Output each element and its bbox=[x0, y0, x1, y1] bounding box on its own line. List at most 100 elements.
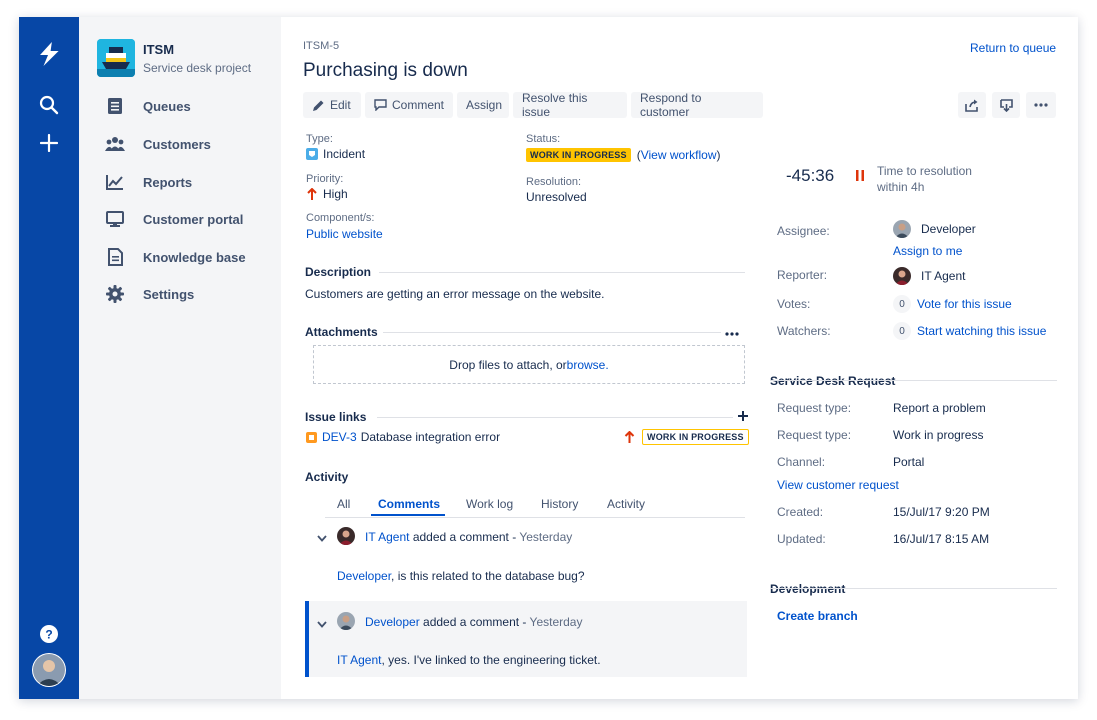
create-plus-icon[interactable] bbox=[19, 131, 79, 155]
comment-action: added a comment - bbox=[419, 615, 530, 629]
section-divider bbox=[770, 588, 1057, 589]
assign-to-me-link[interactable]: Assign to me bbox=[893, 244, 962, 258]
sla-label: Time to resolution bbox=[877, 164, 972, 178]
attachments-more-button[interactable] bbox=[725, 325, 739, 339]
tab-all[interactable]: All bbox=[337, 497, 350, 511]
export-button[interactable] bbox=[992, 92, 1020, 118]
assign-button[interactable]: Assign bbox=[457, 92, 509, 118]
linked-issue-summary: Database integration error bbox=[360, 430, 501, 444]
comment-header: Developer added a comment - Yesterday bbox=[365, 615, 582, 629]
project-logo[interactable] bbox=[97, 39, 135, 77]
sidebar-item-label: Customer portal bbox=[143, 211, 244, 227]
browse-link[interactable]: browse. bbox=[567, 358, 609, 372]
return-to-queue-link[interactable]: Return to queue bbox=[970, 41, 1056, 55]
assignee-value[interactable]: Developer bbox=[893, 220, 976, 238]
queues-icon bbox=[105, 96, 125, 116]
comment-label: Comment bbox=[391, 98, 444, 112]
request-type-label-2: Request type: bbox=[777, 428, 852, 442]
linked-status-lozenge-wrap: WORK IN PROGRESS bbox=[642, 429, 749, 445]
collapse-comment-button[interactable] bbox=[317, 617, 327, 631]
comment-button[interactable]: Comment bbox=[365, 92, 453, 118]
votes-count: 0 bbox=[893, 295, 911, 313]
section-divider bbox=[379, 272, 745, 273]
status-row: WORK IN PROGRESS ( View workflow ) bbox=[526, 148, 721, 162]
comment-mention[interactable]: IT Agent bbox=[337, 653, 381, 667]
development-heading: Development bbox=[770, 582, 846, 596]
tab-comments[interactable]: Comments bbox=[378, 497, 440, 511]
tab-activity[interactable]: Activity bbox=[607, 497, 645, 511]
type-value[interactable]: Incident bbox=[306, 147, 365, 161]
linked-status-lozenge[interactable]: WORK IN PROGRESS bbox=[642, 429, 749, 445]
respond-to-customer-button[interactable]: Respond to customer bbox=[631, 91, 763, 119]
linked-issue[interactable]: DEV-3 Database integration error bbox=[306, 430, 500, 444]
sidebar-item-label: Knowledge base bbox=[143, 249, 246, 265]
tab-work-log[interactable]: Work log bbox=[466, 497, 513, 511]
view-customer-request-link[interactable]: View customer request bbox=[777, 478, 899, 492]
global-nav: ? bbox=[19, 17, 79, 699]
add-link-button[interactable] bbox=[738, 410, 748, 424]
user-avatar[interactable] bbox=[19, 653, 79, 687]
sidebar-item-label: Settings bbox=[143, 286, 195, 302]
watchers-row: 0 Start watching this issue bbox=[893, 322, 1046, 340]
pencil-icon bbox=[313, 100, 324, 111]
edit-label: Edit bbox=[330, 98, 351, 112]
sidebar-item-customers[interactable]: Customers bbox=[105, 132, 211, 156]
channel-value: Portal bbox=[893, 455, 925, 469]
reports-icon bbox=[105, 172, 125, 192]
respond-label: Respond to customer bbox=[640, 91, 702, 119]
chevron-down-icon bbox=[317, 535, 327, 542]
comment-author[interactable]: IT Agent bbox=[365, 530, 409, 544]
status-lozenge[interactable]: WORK IN PROGRESS bbox=[526, 148, 631, 162]
issue-view: ITSM-5 Purchasing is down Return to queu… bbox=[281, 17, 1078, 699]
linked-issue-key[interactable]: DEV-3 bbox=[322, 430, 357, 444]
component-link[interactable]: Public website bbox=[306, 227, 383, 241]
comment-author[interactable]: Developer bbox=[365, 615, 420, 629]
chevron-down-icon bbox=[317, 621, 327, 628]
request-type-label: Request type: bbox=[777, 401, 852, 415]
section-divider bbox=[770, 380, 1057, 381]
incident-icon bbox=[306, 148, 318, 160]
view-workflow-link[interactable]: View workflow bbox=[641, 148, 717, 162]
comment-time: Yesterday bbox=[519, 530, 573, 544]
watch-link[interactable]: Start watching this issue bbox=[917, 324, 1046, 338]
share-button[interactable] bbox=[958, 92, 986, 118]
reporter-value[interactable]: IT Agent bbox=[893, 267, 965, 285]
create-branch-link[interactable]: Create branch bbox=[777, 609, 858, 623]
edit-button[interactable]: Edit bbox=[303, 92, 361, 118]
attachment-dropzone[interactable]: Drop files to attach, or browse. bbox=[313, 345, 745, 384]
comment-mention[interactable]: Developer bbox=[337, 569, 391, 583]
votes-label: Votes: bbox=[777, 297, 811, 311]
comment-body: Developer, is this related to the databa… bbox=[337, 569, 585, 583]
comment-icon bbox=[374, 99, 387, 111]
priority-text: High bbox=[323, 187, 348, 201]
watchers-count: 0 bbox=[893, 322, 911, 340]
sidebar-item-knowledge-base[interactable]: Knowledge base bbox=[105, 245, 246, 269]
description-heading: Description bbox=[305, 265, 372, 279]
comment-text: , is this related to the database bug? bbox=[391, 569, 585, 583]
sidebar-item-label: Customers bbox=[143, 136, 211, 152]
section-divider bbox=[383, 332, 721, 333]
sidebar-item-customer-portal[interactable]: Customer portal bbox=[105, 207, 243, 231]
sidebar-item-settings[interactable]: Settings bbox=[105, 282, 194, 306]
reporter-label: Reporter: bbox=[777, 268, 828, 282]
status-label: Status: bbox=[526, 133, 561, 145]
commenter-avatar[interactable] bbox=[337, 527, 355, 548]
commenter-avatar[interactable] bbox=[337, 612, 355, 633]
description-text[interactable]: Customers are getting an error message o… bbox=[305, 287, 604, 301]
comment-time: Yesterday bbox=[529, 615, 583, 629]
issue-key[interactable]: ITSM-5 bbox=[303, 40, 339, 52]
vote-link[interactable]: Vote for this issue bbox=[917, 297, 1012, 311]
search-icon[interactable] bbox=[19, 93, 79, 117]
priority-value[interactable]: High bbox=[306, 187, 348, 201]
tab-history[interactable]: History bbox=[541, 497, 578, 511]
help-icon[interactable]: ? bbox=[19, 623, 79, 645]
sidebar-item-reports[interactable]: Reports bbox=[105, 170, 192, 194]
project-name[interactable]: ITSM bbox=[143, 42, 174, 57]
sidebar-item-queues[interactable]: Queues bbox=[105, 94, 191, 118]
resolve-button[interactable]: Resolve this issue bbox=[513, 91, 627, 119]
collapse-comment-button[interactable] bbox=[317, 531, 327, 545]
jira-logo-icon[interactable] bbox=[19, 39, 79, 69]
sidebar-item-label: Reports bbox=[143, 174, 193, 190]
request-type-value: Report a problem bbox=[893, 401, 986, 415]
more-actions-button[interactable] bbox=[1026, 92, 1056, 118]
